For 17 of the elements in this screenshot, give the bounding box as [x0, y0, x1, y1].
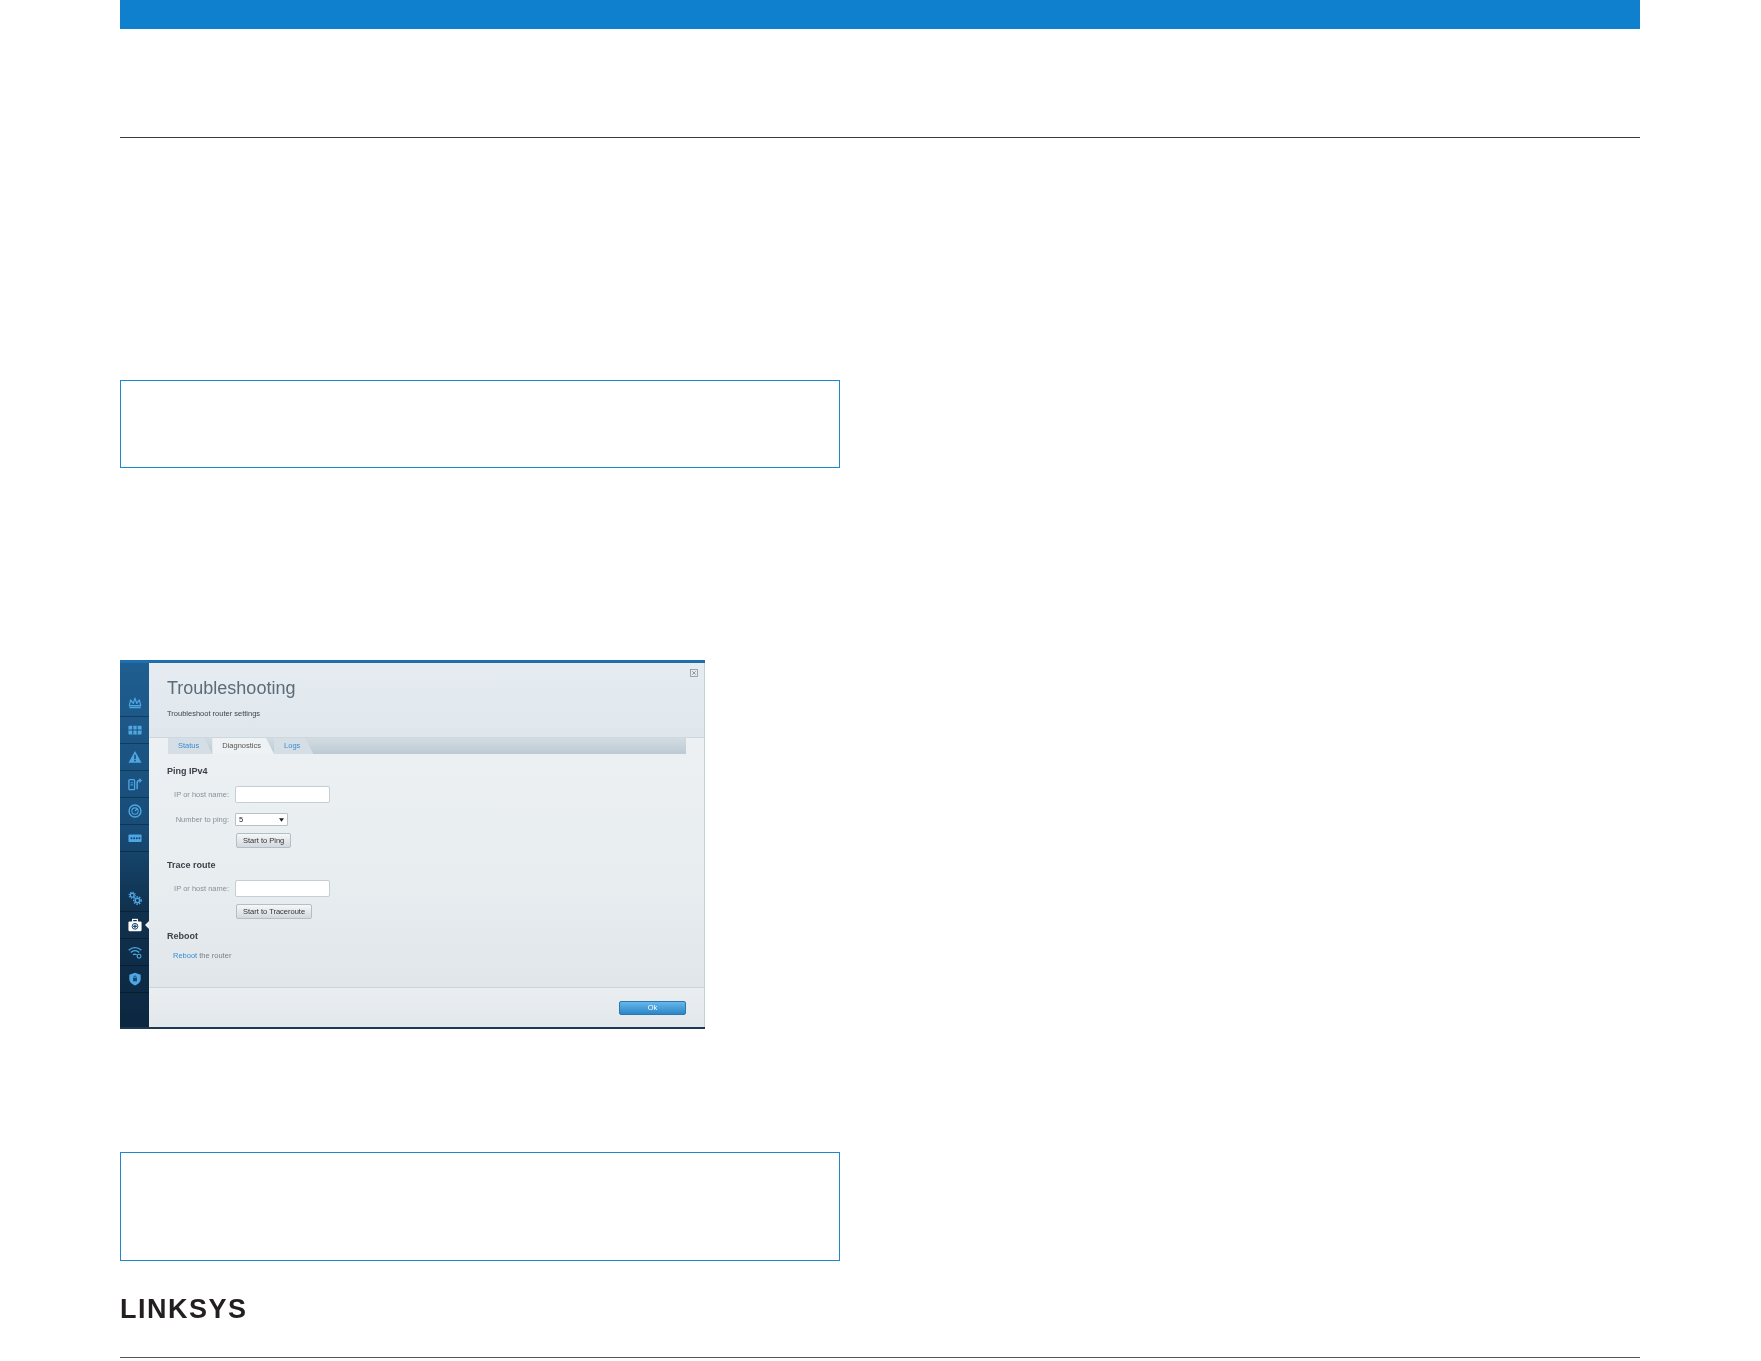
section-heading: Reboot — [167, 930, 198, 942]
medical-kit-icon — [127, 918, 142, 932]
caret-icon — [279, 817, 284, 822]
brand-logo: LINKSYS — [120, 1297, 248, 1321]
section-heading: Ping IPv4 — [167, 765, 208, 777]
device-arrow-icon — [127, 777, 142, 791]
shield-icon — [127, 972, 142, 986]
wifi-icon — [127, 945, 142, 959]
grid-icon — [127, 723, 142, 737]
input-field[interactable] — [235, 880, 330, 897]
warning-icon — [127, 750, 142, 764]
gears-icon — [127, 891, 142, 905]
input-field[interactable] — [235, 786, 330, 803]
gauge-icon — [127, 804, 142, 818]
crown-icon — [127, 696, 142, 710]
section-heading: Trace route — [167, 859, 216, 871]
dialog-title: Troubleshooting — [167, 677, 296, 699]
